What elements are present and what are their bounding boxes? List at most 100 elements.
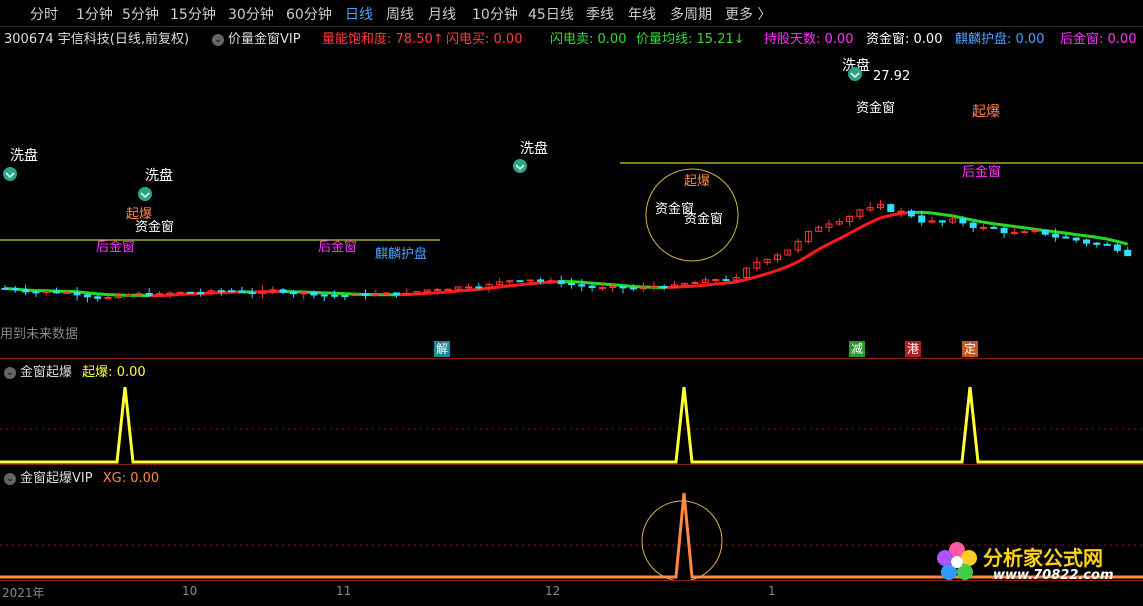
candle-body <box>517 281 523 282</box>
ma-segment <box>1097 237 1107 239</box>
candle-body <box>1094 243 1100 244</box>
period-tab-13[interactable]: 多周期 <box>670 4 712 24</box>
candle-body <box>898 211 904 212</box>
period-tab-1[interactable]: 1分钟 <box>76 4 113 24</box>
candle-body <box>610 286 616 287</box>
candle-body <box>332 295 338 296</box>
label-houjinchuang: 后金窗 <box>96 239 135 255</box>
qibao-series <box>0 387 1143 462</box>
wash-marker-icon <box>848 67 862 81</box>
indicator-name: 价量金窗VIP <box>228 32 301 47</box>
candle-body <box>43 292 49 293</box>
period-tab-0[interactable]: 分时 <box>30 4 58 24</box>
ma-segment <box>1066 233 1076 234</box>
period-tab-14[interactable]: 更多 〉 <box>725 4 771 24</box>
candle-body <box>558 281 564 284</box>
ma-segment <box>726 282 736 283</box>
info-item-0: 量能饱和度: 78.50↑ <box>322 28 444 47</box>
ma-segment <box>778 267 788 271</box>
ma-segment <box>891 213 901 215</box>
candle-body <box>939 221 945 222</box>
candle-body <box>74 293 80 295</box>
logo-url: www.70822.com <box>993 568 1114 583</box>
date-label: 11 <box>336 584 351 598</box>
ma-segment <box>1004 225 1014 226</box>
candle-body <box>2 288 8 289</box>
candle-body <box>599 287 605 288</box>
ma-segment <box>829 239 839 244</box>
candle-body <box>651 287 657 288</box>
event-badge[interactable]: 港 <box>905 341 921 357</box>
candle-body <box>393 293 399 295</box>
ma-segment <box>932 213 942 215</box>
ma-segment <box>520 284 530 285</box>
period-tab-6[interactable]: 日线 <box>345 4 373 24</box>
label-qilinhupan: 麒麟护盘 <box>375 246 427 262</box>
label-houjinchuang: 后金窗 <box>962 164 1001 180</box>
candle-body <box>64 293 70 294</box>
candle-body <box>54 292 60 293</box>
date-label: 2021年 <box>2 584 45 601</box>
period-tab-5[interactable]: 60分钟 <box>286 4 332 24</box>
ma-segment <box>1014 227 1024 228</box>
period-tab-11[interactable]: 季线 <box>586 4 614 24</box>
candle-body <box>198 293 204 294</box>
candle-body <box>1063 237 1069 238</box>
ma-segment <box>1087 236 1097 237</box>
label-houjinchuang: 后金窗 <box>318 239 357 255</box>
event-badge[interactable]: 解 <box>434 341 450 357</box>
candle-body <box>95 297 101 299</box>
candle-body <box>970 223 976 227</box>
event-badge[interactable]: 减 <box>849 341 865 357</box>
ma-segment <box>922 212 932 213</box>
ma-segment <box>335 293 345 294</box>
ma-segment <box>953 216 963 218</box>
candle-body <box>888 205 894 212</box>
period-tab-9[interactable]: 10分钟 <box>472 4 518 24</box>
candle-body <box>342 295 348 296</box>
info-item-2: 闪电卖: 0.00 <box>550 28 626 47</box>
candle-body <box>476 287 482 288</box>
candle-body <box>167 293 173 294</box>
indicator-panel-qibao[interactable]: ⌄金窗起爆 起爆: 0.00 <box>0 358 1143 465</box>
event-badge[interactable]: 定 <box>962 341 978 357</box>
candle-body <box>620 286 626 287</box>
candle-body <box>311 292 317 295</box>
main-kline-chart[interactable]: 洗盘洗盘洗盘洗盘27.92资金窗资金窗资金窗资金窗起爆起爆起爆后金窗后金窗后金窗… <box>0 48 1143 358</box>
candle-body <box>1042 231 1048 235</box>
ma-segment <box>1056 232 1066 233</box>
period-tab-3[interactable]: 15分钟 <box>170 4 216 24</box>
ma-segment <box>458 290 468 291</box>
candle-body <box>280 290 286 292</box>
period-tab-4[interactable]: 30分钟 <box>228 4 274 24</box>
period-tab-7[interactable]: 周线 <box>386 4 414 24</box>
label-qibao: 起爆 <box>972 104 1000 120</box>
ma-segment <box>427 293 437 294</box>
ma-segment <box>499 286 509 287</box>
label-xipan: 洗盘 <box>10 147 38 164</box>
candle-body <box>1011 233 1017 234</box>
candle-body <box>249 292 255 293</box>
period-toolbar: 分时 1分钟 5分钟 15分钟 30分钟 60分钟日线周线月线 10分钟 45日线季线年线多周… <box>0 0 1143 27</box>
candle-body <box>981 227 987 228</box>
ma-segment <box>675 287 685 288</box>
ma-segment <box>757 274 767 277</box>
date-label: 12 <box>545 584 560 598</box>
ma-segment <box>1025 228 1035 229</box>
ma-segment <box>87 293 97 294</box>
label-zijinchuang: 资金窗 <box>856 100 895 116</box>
wash-marker-icon <box>513 159 527 173</box>
period-tab-10[interactable]: 45日线 <box>528 4 574 24</box>
candle-body <box>661 287 667 288</box>
ma-segment <box>572 282 582 283</box>
candle-body <box>373 295 379 296</box>
period-tab-12[interactable]: 年线 <box>628 4 656 24</box>
period-tab-2[interactable]: 5分钟 <box>122 4 159 24</box>
indicator-selector[interactable]: ⌄价量金窗VIP <box>212 28 301 47</box>
candle-body <box>126 295 132 296</box>
candle-body <box>218 291 224 292</box>
candle-body <box>1001 228 1007 232</box>
label-qibao: 起爆 <box>684 174 710 189</box>
period-tab-8[interactable]: 月线 <box>428 4 456 24</box>
wash-marker-icon <box>138 187 152 201</box>
